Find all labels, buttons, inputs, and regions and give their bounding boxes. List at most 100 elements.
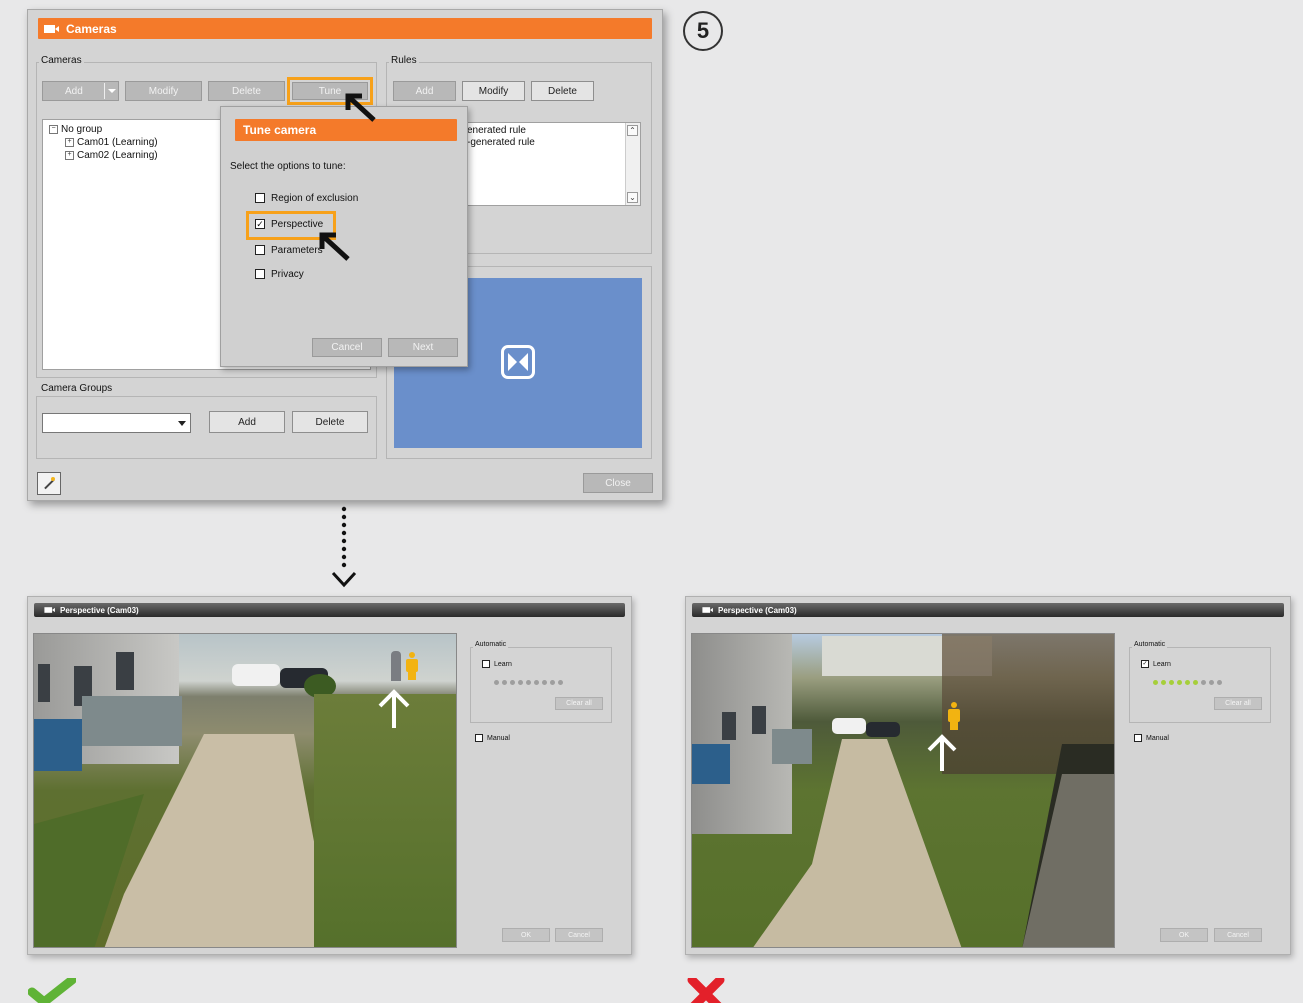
perspective-title-bar: Perspective (Cam03) — [34, 603, 625, 617]
tune-label: Tune — [318, 85, 342, 97]
checkbox-checked-icon[interactable]: ✓ — [1141, 660, 1149, 668]
person-marker-icon — [948, 702, 960, 730]
manual-checkbox[interactable]: Manual — [1134, 734, 1169, 742]
cancel-button[interactable]: Cancel — [555, 928, 603, 942]
delete-rule-label: Delete — [548, 85, 577, 97]
option-label: Region of exclusion — [271, 193, 359, 204]
option-parameters[interactable]: Parameters — [255, 245, 323, 256]
perspective-title: Perspective (Cam03) — [718, 605, 797, 615]
tune-dialog-prompt: Select the options to tune: — [230, 161, 346, 172]
camera-icon — [702, 607, 713, 613]
option-label: Privacy — [271, 269, 304, 280]
checkbox-icon[interactable] — [255, 269, 265, 280]
close-label: Close — [605, 477, 631, 489]
camera-groups-select[interactable] — [42, 413, 191, 433]
cancel-label: Cancel — [568, 931, 590, 939]
tune-dialog-title: Tune camera — [243, 123, 317, 137]
add-dropdown-icon[interactable] — [104, 83, 105, 99]
pointer-arrow-icon — [345, 93, 376, 122]
checkbox-icon[interactable] — [482, 660, 490, 668]
cancel-button[interactable]: Cancel — [1214, 928, 1262, 942]
tree-item-cam02[interactable]: + Cam02 (Learning) — [65, 149, 158, 162]
delete-rule-button[interactable]: Delete — [531, 81, 594, 101]
generator — [34, 719, 82, 771]
delete-camera-button[interactable]: Delete — [208, 81, 285, 101]
chevron-down-icon — [178, 421, 186, 426]
option-privacy[interactable]: Privacy — [255, 269, 304, 280]
chevron-down-icon — [108, 89, 116, 93]
tune-cancel-button[interactable]: Cancel — [312, 338, 382, 357]
tree-root[interactable]: − No group — [49, 123, 102, 136]
option-perspective[interactable]: ✓ Perspective — [255, 219, 323, 230]
up-arrow-icon — [927, 734, 957, 771]
cameras-title-bar: Cameras — [38, 18, 652, 39]
perspective-window-right: Perspective (Cam03) Automatic ✓ Learn Cle… — [685, 596, 1291, 955]
modify-rule-label: Modify — [478, 85, 509, 97]
option-label: Perspective — [271, 219, 324, 230]
perspective-title-bar: Perspective (Cam03) — [692, 603, 1284, 617]
delete-group-button[interactable]: Delete — [292, 411, 368, 433]
person-marker-icon — [406, 652, 418, 680]
add-group-label: Add — [238, 416, 256, 428]
checkbox-icon[interactable] — [475, 734, 483, 742]
clear-all-button[interactable]: Clear all — [1214, 697, 1262, 710]
pointer-arrow-icon — [319, 232, 350, 261]
expand-icon[interactable]: + — [65, 137, 74, 147]
clear-all-button[interactable]: Clear all — [555, 697, 603, 710]
scroll-down-icon[interactable]: ⌄ — [627, 192, 638, 203]
learn-label: Learn — [1153, 660, 1171, 668]
window-title: Cameras — [66, 21, 117, 36]
checkbox-icon[interactable] — [255, 193, 265, 204]
add-rule-button[interactable]: Add — [393, 81, 456, 101]
rules-group-label: Rules — [389, 55, 419, 66]
camera-icon — [44, 24, 60, 33]
camera-view-image[interactable] — [691, 633, 1115, 948]
ok-button[interactable]: OK — [502, 928, 550, 942]
delete-group-label: Delete — [315, 416, 345, 428]
modify-camera-button[interactable]: Modify — [125, 81, 202, 101]
rule-item[interactable]: -generated rule — [467, 136, 535, 149]
automatic-label: Automatic — [473, 641, 509, 648]
add-label: Add — [65, 85, 83, 97]
checkbox-icon[interactable] — [1134, 734, 1142, 742]
checkbox-checked-icon[interactable]: ✓ — [255, 219, 265, 230]
collapse-icon[interactable]: − — [49, 124, 58, 134]
step-number: 5 — [696, 18, 710, 43]
clear-all-label: Clear all — [1225, 700, 1251, 707]
perspective-window-left: Perspective (Cam03) Automatic Learn Clea… — [27, 596, 632, 955]
add-group-button[interactable]: Add — [209, 411, 285, 433]
manual-checkbox[interactable]: Manual — [475, 734, 510, 742]
tune-next-button[interactable]: Next — [388, 338, 458, 357]
camera-view-image[interactable] — [33, 633, 457, 948]
checkbox-icon[interactable] — [255, 245, 265, 256]
wizard-button[interactable] — [37, 472, 61, 495]
expand-icon[interactable]: + — [65, 150, 74, 160]
step-number-badge: 5 — [683, 11, 723, 51]
option-region-of-exclusion[interactable]: Region of exclusion — [255, 193, 358, 204]
automatic-label: Automatic — [1132, 641, 1168, 648]
ok-button[interactable]: OK — [1160, 928, 1208, 942]
dotted-arrow-icon — [331, 506, 357, 588]
camera-groups-label: Camera Groups — [39, 383, 115, 394]
tree-item-label: Cam01 (Learning) — [77, 137, 158, 148]
modify-label: Modify — [148, 85, 179, 97]
learn-checkbox[interactable]: Learn — [482, 660, 512, 668]
tree-root-label: No group — [61, 124, 103, 135]
learn-progress-dots — [494, 677, 566, 688]
rules-scrollbar[interactable]: ⌃ ⌄ — [625, 123, 640, 205]
clear-all-label: Clear all — [566, 700, 592, 707]
manual-label: Manual — [1146, 734, 1169, 742]
scroll-up-icon[interactable]: ⌃ — [627, 125, 638, 136]
next-label: Next — [412, 342, 434, 353]
learn-checkbox[interactable]: ✓ Learn — [1141, 660, 1171, 668]
cancel-label: Cancel — [331, 342, 363, 353]
modify-rule-button[interactable]: Modify — [462, 81, 525, 101]
learn-progress-dots — [1153, 677, 1225, 688]
manual-label: Manual — [487, 734, 510, 742]
cross-mark-icon — [687, 978, 725, 1003]
tree-item-cam01[interactable]: + Cam01 (Learning) — [65, 136, 158, 149]
cancel-label: Cancel — [1227, 931, 1249, 939]
close-button[interactable]: Close — [583, 473, 653, 493]
add-rule-label: Add — [415, 85, 434, 97]
up-arrow-icon — [378, 689, 410, 728]
